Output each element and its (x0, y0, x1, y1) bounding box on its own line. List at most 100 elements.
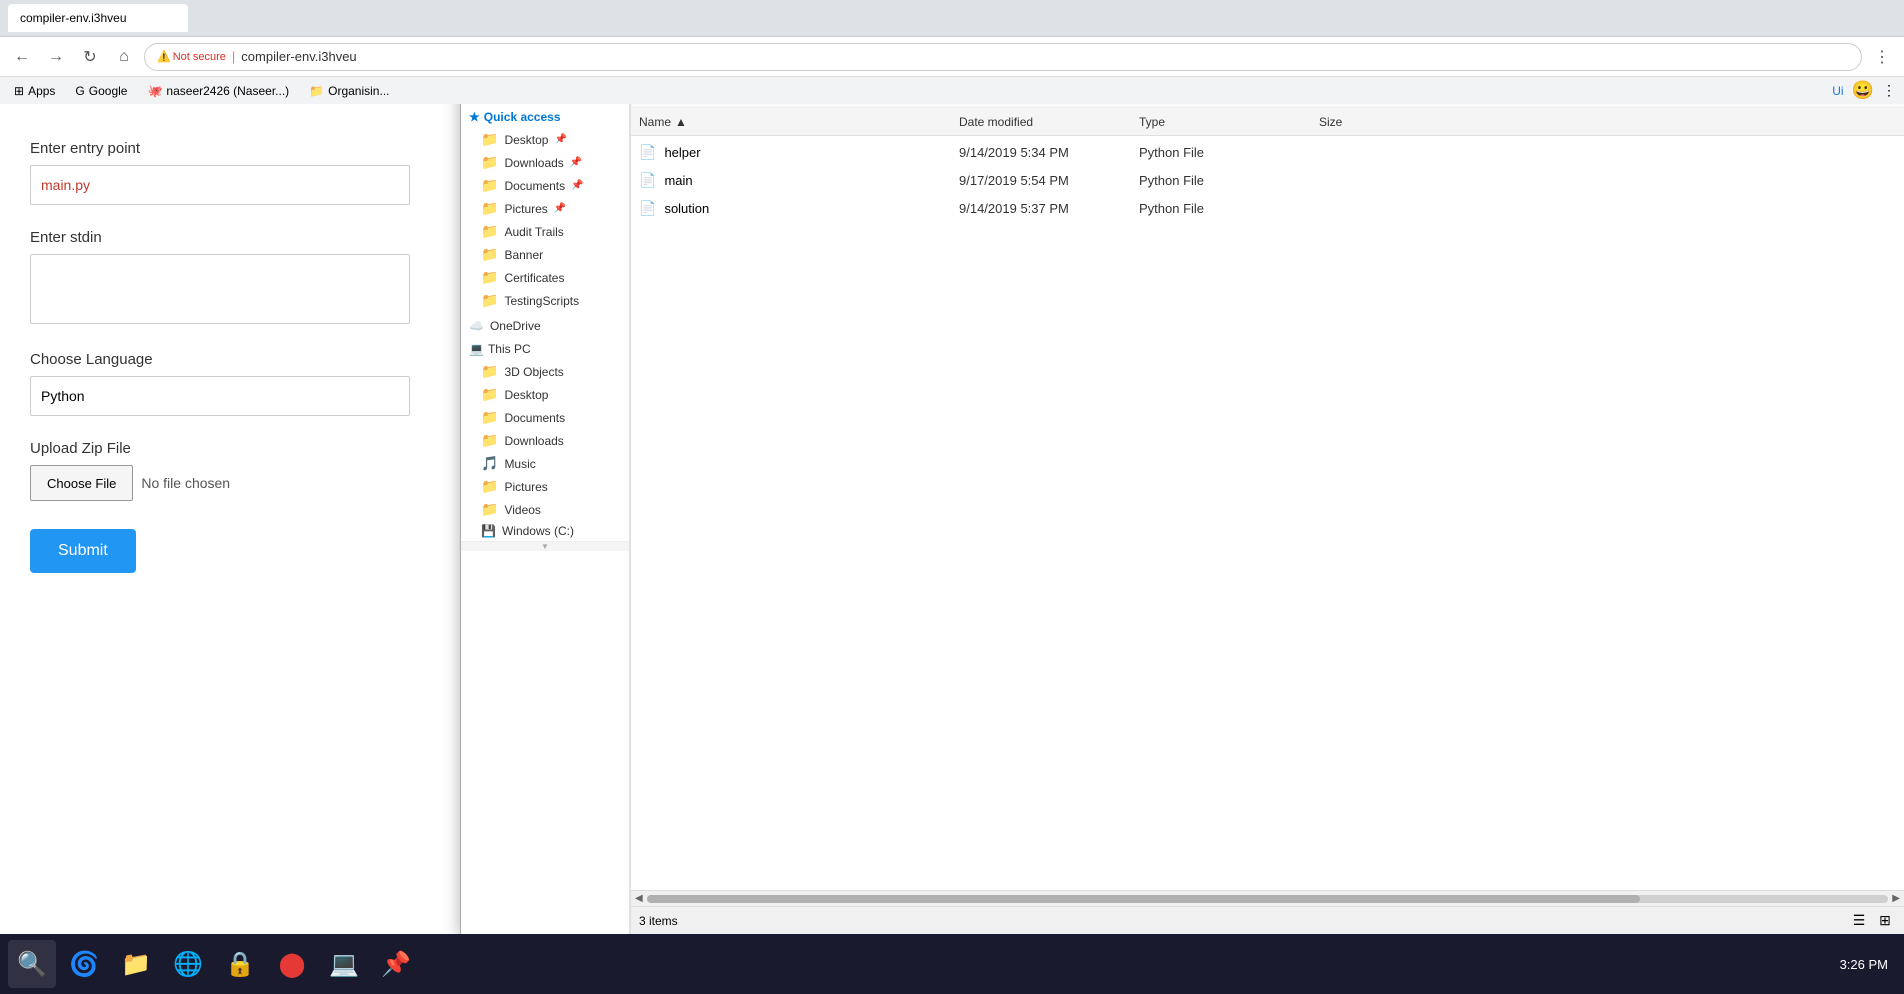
view-controls: ☰ ⊞ (1848, 910, 1896, 932)
file-type-solution: Python File (1139, 201, 1319, 216)
bookmark-apps[interactable]: ⊞ Apps (8, 82, 61, 100)
quick-access-header[interactable]: ★ Quick access (461, 104, 629, 128)
h-scroll-thumb (647, 895, 1640, 903)
browser-chrome: compiler-env.i3hveu ← → ↻ ⌂ ⚠️ Not secur… (0, 0, 1904, 100)
language-section: Choose Language Python JavaScript Java C… (30, 351, 430, 416)
col-type-header[interactable]: Type (1139, 115, 1319, 129)
entry-point-label: Enter entry point (30, 140, 430, 157)
taskbar: 🔍 🌀 📁 🌐 🔒 ⬤ 💻 📌 3:26 PM (0, 934, 1904, 994)
h-scroll-track (647, 895, 1889, 903)
sidebar-item-certificates[interactable]: 📁 Certificates (461, 266, 629, 289)
this-pc-header[interactable]: 💻 This PC (461, 336, 629, 360)
sidebar-item-downloads[interactable]: 📁 Downloads (461, 429, 629, 452)
col-date-header[interactable]: Date modified (959, 115, 1139, 129)
python-file-icon: 📄 (639, 172, 656, 189)
taskbar-pc[interactable]: 💻 (320, 940, 368, 988)
title-bar: compiler-env.i3hveu (0, 0, 1904, 36)
sidebar-item-desktop[interactable]: 📁 Desktop (461, 383, 629, 406)
bookmarks-bar: ⊞ Apps G Google 🐙 naseer2426 (Naseer...)… (0, 76, 1904, 104)
address-text: compiler-env.i3hveu (241, 49, 356, 64)
entry-point-section: Enter entry point (30, 140, 430, 205)
address-bar[interactable]: ⚠️ Not secure | compiler-env.i3hveu (144, 43, 1862, 71)
file-date-solution: 9/14/2019 5:37 PM (959, 201, 1139, 216)
folder-icon: 📁 (481, 246, 498, 263)
file-type-main: Python File (1139, 173, 1319, 188)
entry-point-input[interactable] (30, 165, 410, 205)
taskbar-lock[interactable]: 🔒 (216, 940, 264, 988)
sidebar-item-audit-trails[interactable]: 📁 Audit Trails (461, 220, 629, 243)
home-button[interactable]: ⌂ (110, 43, 138, 71)
drive-icon: 💾 (481, 524, 496, 538)
pin-icon: 📌 (554, 134, 566, 145)
folder-icon: 📁 (481, 292, 498, 309)
taskbar-chrome[interactable]: 🌐 (164, 940, 212, 988)
submit-button[interactable]: Submit (30, 529, 136, 573)
bookmark-google[interactable]: G Google (69, 82, 133, 100)
file-date-helper: 9/14/2019 5:34 PM (959, 145, 1139, 160)
security-badge: ⚠️ Not secure (157, 50, 226, 63)
browser-tab[interactable]: compiler-env.i3hveu (8, 4, 188, 32)
sidebar-item-windows-c[interactable]: 💾 Windows (C:) (461, 521, 629, 541)
sidebar-item-music[interactable]: 🎵 Music (461, 452, 629, 475)
taskbar-search[interactable]: 🔍 (8, 940, 56, 988)
file-row-main[interactable]: 📄 main 9/17/2019 5:54 PM Python File (631, 166, 1904, 194)
folder-icon: 📁 (481, 177, 498, 194)
horizontal-scrollbar[interactable]: ◀ ▶ (631, 890, 1904, 906)
sidebar-item-downloads-pinned[interactable]: 📁 Downloads 📌 (461, 151, 629, 174)
bookmark-organising[interactable]: 📁 Organisin... (303, 82, 395, 100)
stdin-textarea[interactable] (30, 254, 410, 324)
reload-button[interactable]: ↻ (76, 43, 104, 71)
taskbar-file-explorer[interactable]: 📁 (112, 940, 160, 988)
sidebar-item-3dobjects[interactable]: 📁 3D Objects (461, 360, 629, 383)
user-avatar[interactable]: 😀 (1852, 80, 1874, 101)
page-content: Enter entry point Enter stdin Choose Lan… (0, 100, 460, 934)
scroll-right-button[interactable]: ▶ (1892, 893, 1900, 904)
sidebar-item-banner[interactable]: 📁 Banner (461, 243, 629, 266)
file-row-helper[interactable]: 📄 helper 9/14/2019 5:34 PM Python File (631, 138, 1904, 166)
folder-icon: 🎵 (481, 455, 498, 472)
onedrive-icon: ☁️ (469, 319, 484, 333)
upload-label: Upload Zip File (30, 440, 430, 457)
taskbar-cortana[interactable]: 🌀 (60, 940, 108, 988)
folder-icon: 📁 (481, 432, 498, 449)
folder-icon: 📁 (481, 131, 498, 148)
language-select[interactable]: Python JavaScript Java C++ (30, 376, 410, 416)
taskbar-clock: 3:26 PM (1840, 957, 1888, 972)
extensions-button[interactable]: ⋮ (1868, 43, 1896, 71)
taskbar-red[interactable]: ⬤ (268, 940, 316, 988)
sidebar-item-onedrive[interactable]: ☁️ OneDrive (461, 316, 629, 336)
sort-arrow-icon: ▲ (675, 115, 687, 129)
nav-bar: ← → ↻ ⌂ ⚠️ Not secure | compiler-env.i3h… (0, 36, 1904, 76)
pin-icon: 📌 (571, 180, 583, 191)
folder-icon: 📁 (481, 154, 498, 171)
sidebar-item-desktop-pinned[interactable]: 📁 Desktop 📌 (461, 128, 629, 151)
bookmark-github[interactable]: 🐙 naseer2426 (Naseer...) (141, 82, 295, 100)
scroll-left-button[interactable]: ◀ (635, 893, 643, 904)
file-row-solution[interactable]: 📄 solution 9/14/2019 5:37 PM Python File (631, 194, 1904, 222)
sidebar-item-testing-scripts[interactable]: 📁 TestingScripts (461, 289, 629, 312)
python-file-icon: 📄 (639, 144, 656, 161)
stdin-label: Enter stdin (30, 229, 430, 246)
clock-time: 3:26 PM (1840, 957, 1888, 972)
language-label: Choose Language (30, 351, 430, 368)
folder-icon: 📁 (481, 386, 498, 403)
details-view-button[interactable]: ☰ (1848, 910, 1870, 932)
choose-file-button[interactable]: Choose File (30, 465, 133, 501)
sidebar-item-videos[interactable]: 📁 Videos (461, 498, 629, 521)
taskbar-pin[interactable]: 📌 (372, 940, 420, 988)
sidebar-item-pictures-pinned[interactable]: 📁 Pictures 📌 (461, 197, 629, 220)
sidebar-item-pictures[interactable]: 📁 Pictures (461, 475, 629, 498)
folder-icon: 📁 (481, 501, 498, 518)
large-icons-view-button[interactable]: ⊞ (1874, 910, 1896, 932)
col-name-header[interactable]: Name ▲ (639, 115, 959, 129)
pin-icon: 📌 (570, 157, 582, 168)
ui-extension-icon[interactable]: Ui (1832, 84, 1843, 98)
back-button[interactable]: ← (8, 43, 36, 71)
column-headers: Name ▲ Date modified Type Size (631, 108, 1904, 136)
forward-button[interactable]: → (42, 43, 70, 71)
col-size-header[interactable]: Size (1319, 115, 1896, 129)
sidebar-item-documents-pinned[interactable]: 📁 Documents 📌 (461, 174, 629, 197)
menu-button[interactable]: ⋮ (1882, 82, 1896, 99)
sidebar-item-documents[interactable]: 📁 Documents (461, 406, 629, 429)
upload-section: Upload Zip File Choose File No file chos… (30, 440, 430, 501)
